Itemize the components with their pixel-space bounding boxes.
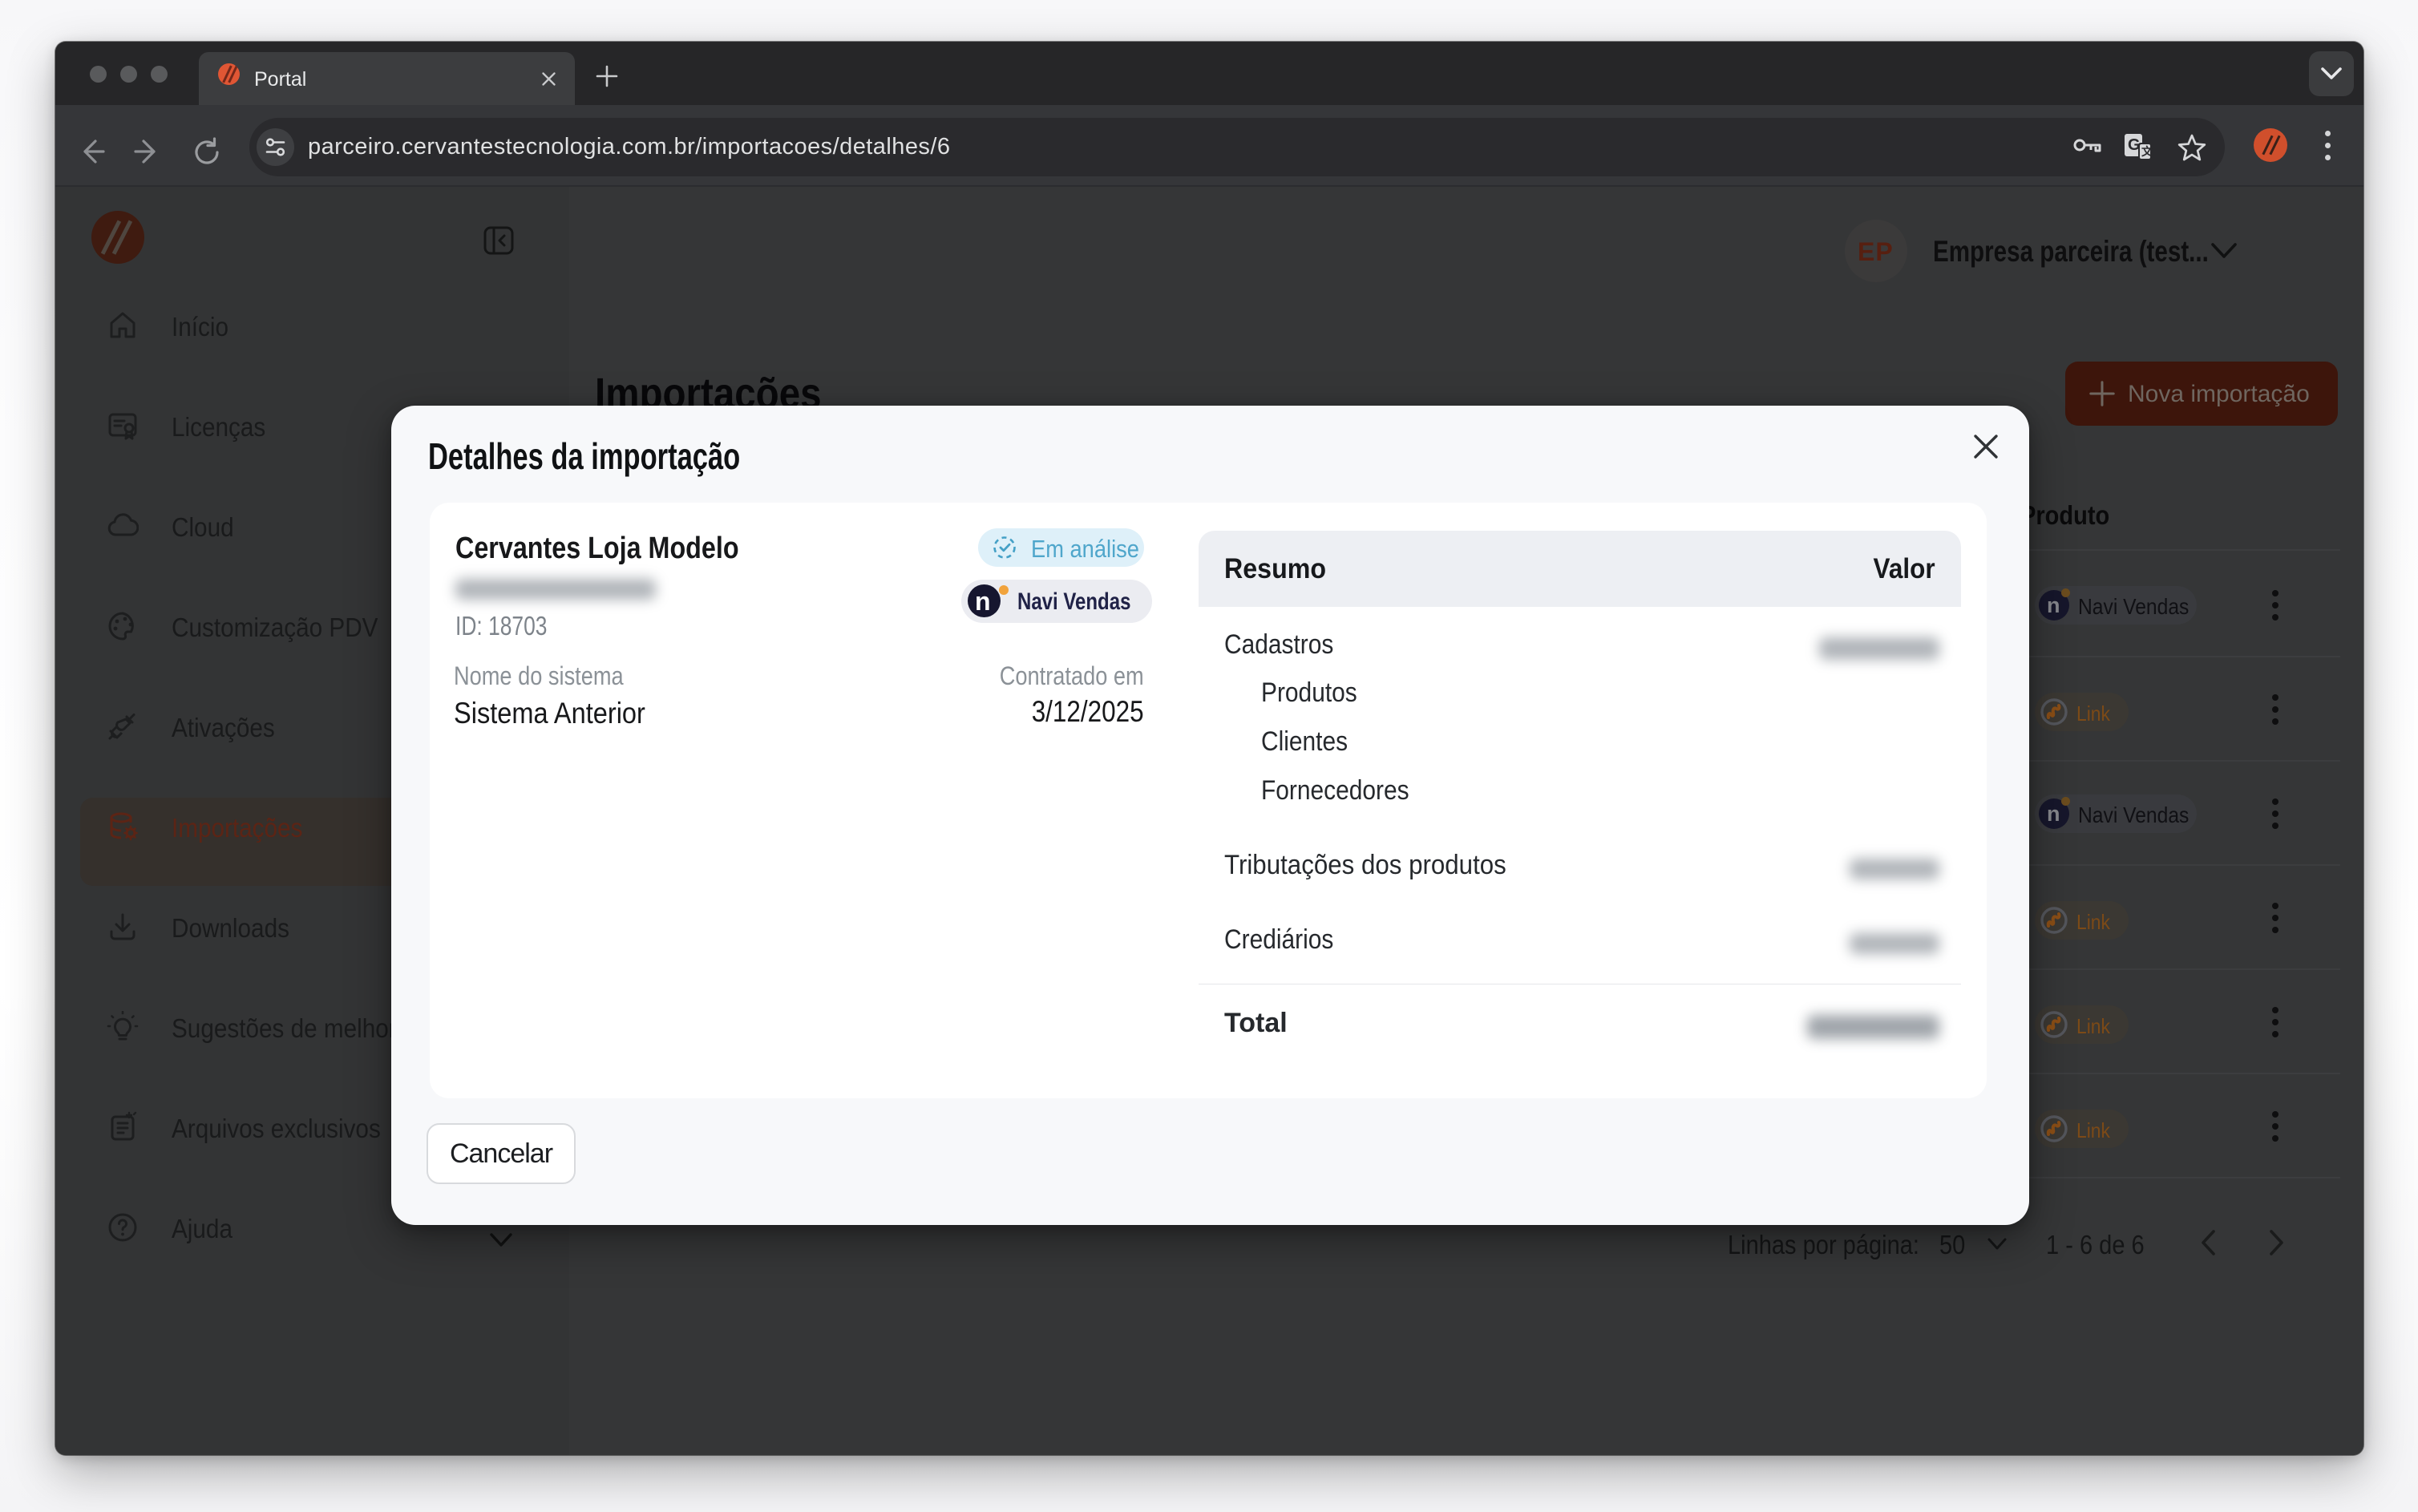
- svg-text:文: 文: [2141, 145, 2153, 158]
